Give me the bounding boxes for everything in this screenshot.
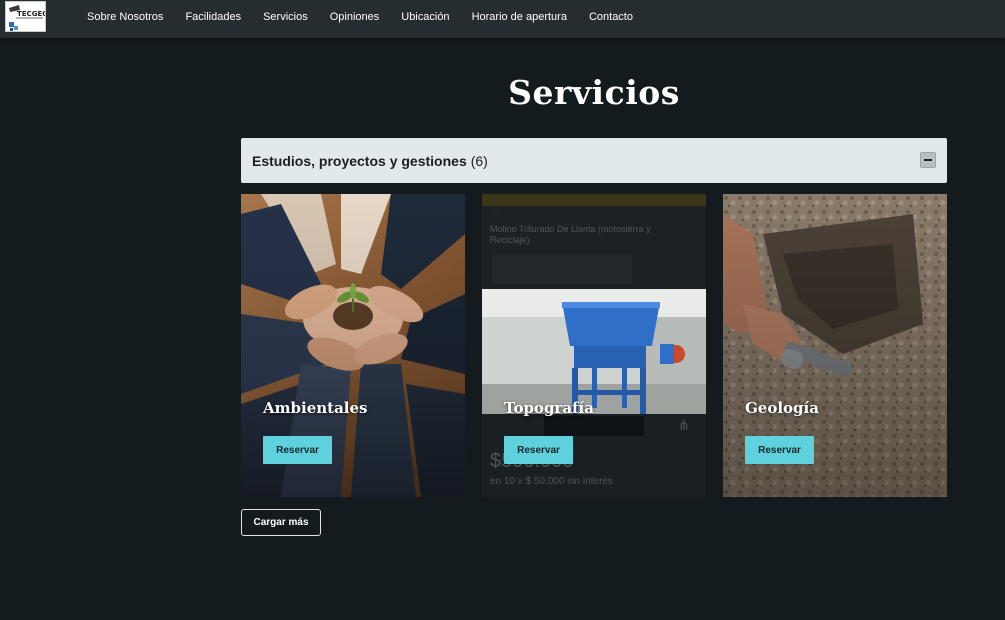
card-title: Topografía xyxy=(504,399,594,417)
service-card-topografia[interactable]: ····· Molino Triturado De Llanta (motosi… xyxy=(482,194,706,497)
accordion-count: (6) xyxy=(470,152,488,169)
nav-link-contacto[interactable]: Contacto xyxy=(589,11,633,23)
reservar-button[interactable]: Reservar xyxy=(504,436,573,464)
nav-link-opiniones[interactable]: Opiniones xyxy=(330,11,380,23)
share-icon: ⋔ xyxy=(678,417,690,433)
logo-icon: TECGEO xyxy=(6,2,46,31)
nav-link-servicios[interactable]: Servicios xyxy=(263,11,308,23)
nav-link-horario[interactable]: Horario de apertura xyxy=(472,11,567,23)
company-logo[interactable]: TECGEO xyxy=(5,1,46,32)
nav-link-facilidades[interactable]: Facilidades xyxy=(185,11,241,23)
service-card-ambientales[interactable]: Ambientales Reservar xyxy=(241,194,465,497)
main-nav: Sobre Nosotros Facilidades Servicios Opi… xyxy=(87,0,655,33)
services-accordion-header[interactable]: Estudios, proyectos y gestiones (6) xyxy=(241,138,947,183)
card-title: Ambientales xyxy=(263,399,368,417)
minus-icon[interactable] xyxy=(920,152,936,168)
top-navbar: TECGEO Sobre Nosotros Facilidades Servic… xyxy=(0,0,1005,38)
accordion-title: Estudios, proyectos y gestiones xyxy=(252,152,467,169)
background-label: ····· xyxy=(490,209,500,215)
background-product-installments: en 10 x $ 50.000 sin interés xyxy=(490,476,613,487)
nav-link-ubicacion[interactable]: Ubicación xyxy=(401,11,449,23)
reservar-button[interactable]: Reservar xyxy=(745,436,814,464)
card-title: Geología xyxy=(745,399,819,417)
load-more-button[interactable]: Cargar más xyxy=(241,509,321,536)
nav-link-sobre-nosotros[interactable]: Sobre Nosotros xyxy=(87,11,163,23)
page-title: Servicios xyxy=(508,73,680,112)
reservar-button[interactable]: Reservar xyxy=(263,436,332,464)
background-product-heading: Molino Triturado De Llanta (motosierra y… xyxy=(490,224,651,245)
logo-text: TECGEO xyxy=(17,10,46,18)
service-card-geologia[interactable]: Geología Reservar xyxy=(723,194,947,497)
